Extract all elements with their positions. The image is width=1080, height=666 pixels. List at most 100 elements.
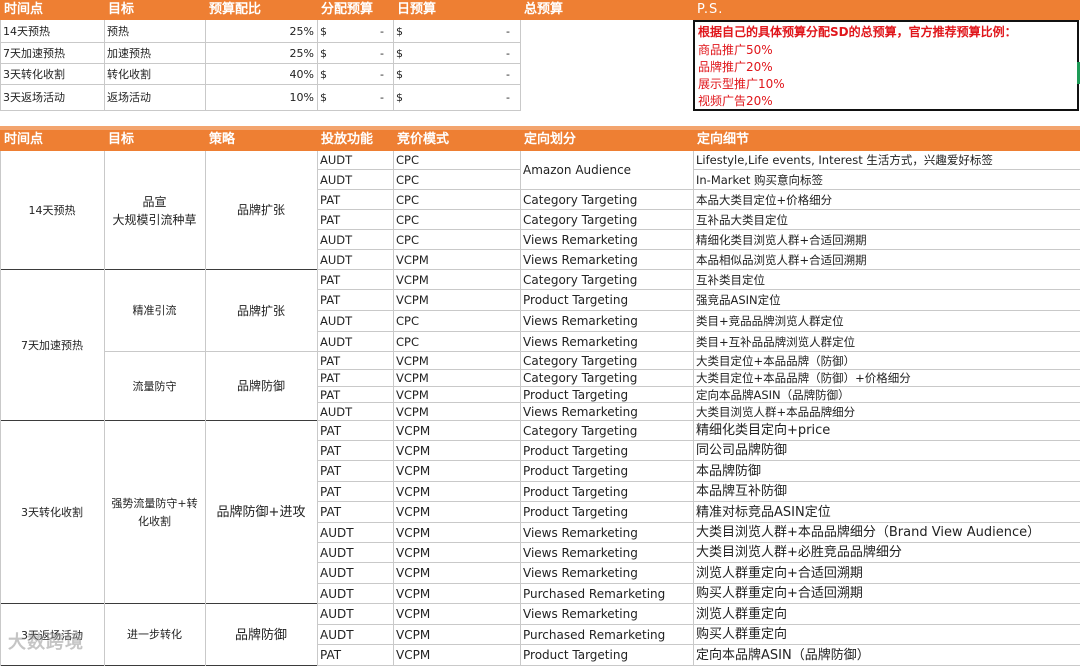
targeting-cell: Category Targeting xyxy=(523,213,638,227)
alloc-value: - xyxy=(380,47,384,60)
function-cell: PAT xyxy=(320,648,342,662)
goal-cell: 品宣 大规模引流种草 xyxy=(112,194,197,227)
column-border xyxy=(317,20,318,111)
bid-mode-cell: VCPM xyxy=(396,485,431,499)
targeting-cell: Views Remarketing xyxy=(523,335,638,349)
header-total: 总预算 xyxy=(524,2,564,17)
target-detail-cell: 同公司品牌防御 xyxy=(696,443,788,458)
bid-mode-cell: CPC xyxy=(396,193,419,207)
currency-symbol: $ xyxy=(320,25,327,38)
daily-value: - xyxy=(506,25,510,38)
bid-mode-cell: VCPM xyxy=(396,293,429,307)
function-cell: AUDT xyxy=(320,253,353,267)
targeting-cell: Views Remarketing xyxy=(523,405,638,419)
time-cell: 3天返场活动 xyxy=(3,91,65,104)
function-cell: PAT xyxy=(320,505,342,519)
target-detail-cell: 定向本品牌ASIN（品牌防御） xyxy=(696,648,870,663)
targeting-cell: Category Targeting xyxy=(523,273,638,287)
target-detail-cell: Lifestyle,Life events, Interest 生活方式，兴趣爱… xyxy=(696,153,993,167)
targeting-cell: Product Targeting xyxy=(523,485,629,499)
header-bid-mode: 竞价模式 xyxy=(397,132,450,147)
bid-mode-cell: VCPM xyxy=(396,371,429,385)
target-detail-cell: 本品牌互补防御 xyxy=(696,484,788,499)
header-time: 时间点 xyxy=(4,2,44,17)
function-cell: PAT xyxy=(320,213,341,227)
function-cell: PAT xyxy=(320,273,341,287)
bid-mode-cell: VCPM xyxy=(396,566,431,580)
ratio-cell: 25% xyxy=(289,47,314,60)
daily-value: - xyxy=(506,68,510,81)
function-cell: AUDT xyxy=(320,405,353,419)
top-header-row: 时间点 目标 预算配比 分配预算 日预算 总预算 P.S. xyxy=(0,0,1080,20)
function-cell: PAT xyxy=(320,371,341,385)
column-border xyxy=(393,151,394,666)
targeting-cell: Views Remarketing xyxy=(523,526,638,540)
target-detail-cell: 大类目定位+本品品牌（防御） xyxy=(696,354,856,368)
target-detail-cell: 互补类目定位 xyxy=(696,273,765,287)
targeting-cell: Product Targeting xyxy=(523,444,629,458)
strategy-cell: 品牌扩张 xyxy=(236,303,285,318)
currency-symbol: $ xyxy=(396,68,403,81)
currency-symbol: $ xyxy=(320,68,327,81)
bid-mode-cell: VCPM xyxy=(396,607,431,621)
bid-mode-cell: CPC xyxy=(396,233,419,247)
header-function: 投放功能 xyxy=(321,132,374,147)
goal-cell: 预热 xyxy=(107,25,129,38)
function-cell: AUDT xyxy=(320,335,353,349)
header-strategy: 策略 xyxy=(209,132,236,147)
header-daily: 日预算 xyxy=(397,2,437,17)
column-border xyxy=(693,151,694,666)
bid-mode-cell: CPC xyxy=(396,173,419,187)
function-cell: PAT xyxy=(320,464,342,478)
targeting-cell: Category Targeting xyxy=(523,354,638,368)
bid-mode-cell: VCPM xyxy=(396,526,431,540)
column-border xyxy=(104,151,105,666)
target-detail-cell: 精准对标竞品ASIN定位 xyxy=(696,505,831,520)
header-ratio: 预算配比 xyxy=(209,2,262,17)
function-cell: PAT xyxy=(320,424,342,438)
targeting-cell: Product Targeting xyxy=(523,293,629,307)
daily-value: - xyxy=(506,91,510,104)
targeting-cell: Category Targeting xyxy=(523,424,638,438)
target-detail-cell: 浏览人群重定向 xyxy=(696,607,788,622)
main-header-row: 时间点 目标 策略 投放功能 竞价模式 定向划分 定向细节 xyxy=(0,130,1080,151)
function-cell: PAT xyxy=(320,193,341,207)
time-point-cell: 3天转化收割 xyxy=(21,506,83,519)
time-cell: 7天加速预热 xyxy=(3,47,65,60)
target-detail-cell: 精细化类目浏览人群+合适回溯期 xyxy=(696,233,867,247)
goal-cell: 返场活动 xyxy=(107,91,151,104)
bid-mode-cell: VCPM xyxy=(396,546,431,560)
ps-note-line: 展示型推广10% xyxy=(698,77,785,91)
bid-mode-cell: VCPM xyxy=(396,628,431,642)
target-detail-cell: 本品牌防御 xyxy=(696,464,762,479)
function-cell: AUDT xyxy=(320,153,353,167)
target-detail-cell: 大类目定位+本品品牌（防御）+价格细分 xyxy=(696,371,911,385)
currency-symbol: $ xyxy=(396,91,403,104)
function-cell: AUDT xyxy=(320,546,354,560)
bid-mode-cell: VCPM xyxy=(396,405,429,419)
function-cell: PAT xyxy=(320,354,341,368)
header-time: 时间点 xyxy=(4,132,44,147)
targeting-cell: Amazon Audience xyxy=(523,163,632,177)
watermark: 大数跨境 xyxy=(8,632,84,653)
alloc-value: - xyxy=(380,68,384,81)
header-alloc: 分配预算 xyxy=(321,2,374,17)
targeting-cell: Views Remarketing xyxy=(523,546,638,560)
targeting-cell: Purchased Remarketing xyxy=(523,587,666,601)
targeting-cell: Product Targeting xyxy=(523,388,629,402)
column-border xyxy=(0,20,1,111)
bid-mode-cell: CPC xyxy=(396,314,419,328)
alloc-value: - xyxy=(380,91,384,104)
targeting-cell: Views Remarketing xyxy=(523,233,638,247)
goal-cell: 进一步转化 xyxy=(127,628,182,641)
bid-mode-cell: VCPM xyxy=(396,273,429,287)
target-detail-cell: 类目+竞品品牌浏览人群定位 xyxy=(696,314,844,328)
targeting-cell: Category Targeting xyxy=(523,193,638,207)
target-detail-cell: In-Market 购买意向标签 xyxy=(696,173,824,187)
targeting-cell: Product Targeting xyxy=(523,505,629,519)
bid-mode-cell: VCPM xyxy=(396,388,429,402)
bid-mode-cell: VCPM xyxy=(396,587,431,601)
function-cell: PAT xyxy=(320,293,341,307)
targeting-cell: Views Remarketing xyxy=(523,607,638,621)
ratio-cell: 10% xyxy=(289,91,314,104)
